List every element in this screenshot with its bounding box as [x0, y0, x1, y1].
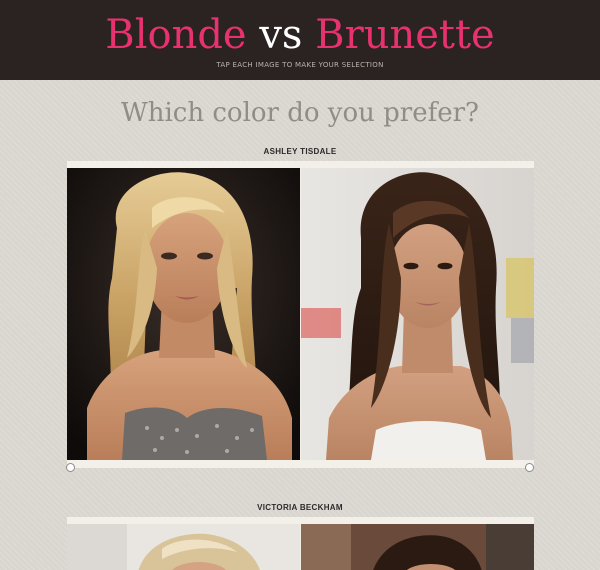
title-brunette: Brunette — [315, 12, 495, 58]
photo-pair — [67, 517, 534, 570]
brunette-photo[interactable] — [301, 168, 534, 460]
brunette-radio[interactable] — [525, 463, 534, 472]
blonde-radio[interactable] — [66, 463, 75, 472]
brunette-photo-icon — [301, 168, 534, 460]
blonde-photo-icon — [67, 524, 300, 570]
brunette-photo[interactable] — [301, 524, 534, 570]
tagline: TAP EACH IMAGE TO MAKE YOUR SELECTION — [216, 61, 384, 69]
site-header: Blonde vs Brunette TAP EACH IMAGE TO MAK… — [0, 0, 600, 80]
title-blonde: Blonde — [105, 12, 247, 58]
title-vs: vs — [259, 12, 303, 58]
site-title: Blonde vs Brunette — [0, 10, 600, 60]
question-heading: Which color do you prefer? — [121, 98, 479, 128]
blonde-photo-icon — [67, 168, 300, 460]
blonde-photo[interactable] — [67, 168, 300, 460]
celebrity-name: VICTORIA BECKHAM — [257, 503, 343, 512]
brunette-photo-icon — [301, 524, 534, 570]
photo-pair — [67, 161, 534, 468]
blonde-photo[interactable] — [67, 524, 300, 570]
celebrity-name: ASHLEY TISDALE — [263, 147, 337, 156]
